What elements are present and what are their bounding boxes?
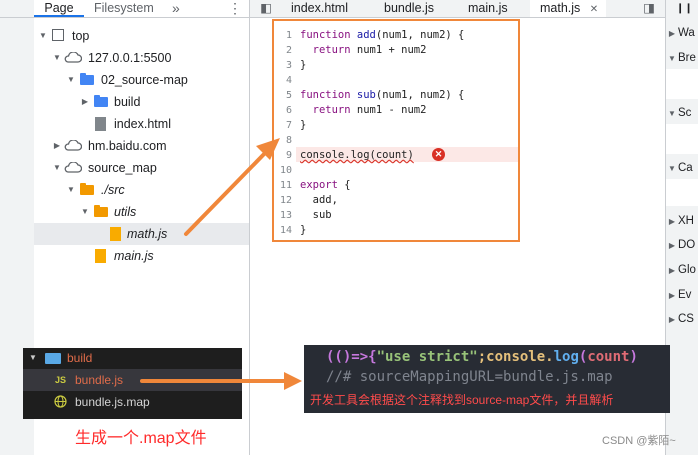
arrow-to-code-line bbox=[184, 148, 270, 236]
arrowhead bbox=[284, 372, 302, 390]
annotation-arrows bbox=[140, 138, 302, 390]
